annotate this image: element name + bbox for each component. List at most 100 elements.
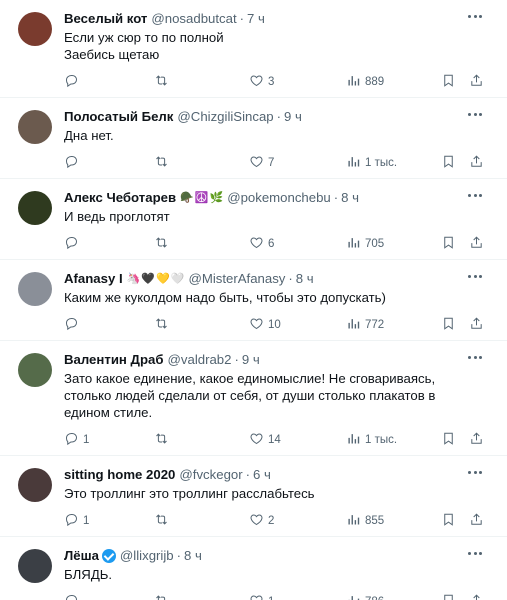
like-button[interactable]: 7 xyxy=(249,154,274,172)
share-icon xyxy=(469,512,484,530)
display-name[interactable]: Алекс Чеботарев xyxy=(64,189,176,207)
bookmark-button[interactable] xyxy=(441,512,456,530)
like-count: 7 xyxy=(268,157,275,169)
display-name[interactable]: Веселый кот xyxy=(64,10,147,28)
reply-button[interactable] xyxy=(64,593,83,600)
more-options-icon[interactable] xyxy=(465,8,485,24)
share-button[interactable] xyxy=(469,73,484,91)
avatar[interactable] xyxy=(18,353,52,387)
views-button[interactable]: 772 xyxy=(346,316,384,334)
avatar[interactable] xyxy=(18,12,52,46)
display-name[interactable]: Лёша xyxy=(64,547,99,565)
like-button[interactable]: 2 xyxy=(249,512,274,530)
bookmark-button[interactable] xyxy=(441,73,456,91)
share-button[interactable] xyxy=(469,431,484,449)
tweet-header: Веселый кот @nosadbutcat · 7 ч xyxy=(64,8,495,28)
display-name[interactable]: Afanasy I xyxy=(64,270,123,288)
timestamp[interactable]: 7 ч xyxy=(247,10,265,28)
views-button[interactable]: 889 xyxy=(346,73,384,91)
user-handle[interactable]: @pokemonchebu xyxy=(227,189,331,207)
retweet-button[interactable] xyxy=(154,316,173,334)
views-button[interactable]: 1 тыс. xyxy=(346,431,397,449)
reply-button[interactable] xyxy=(64,73,83,91)
tweet[interactable]: Лёша @llixgrijb · 8 ч БЛЯДЬ. 1 xyxy=(0,537,507,600)
avatar[interactable] xyxy=(18,110,52,144)
display-name[interactable]: Валентин Драб xyxy=(64,351,164,369)
bookmark-button[interactable] xyxy=(441,154,456,172)
reply-button[interactable] xyxy=(64,235,83,253)
like-button[interactable]: 6 xyxy=(249,235,274,253)
profile-emojis: 🪖 ☮️ 🌿 xyxy=(180,191,223,205)
share-button[interactable] xyxy=(469,316,484,334)
reply-icon xyxy=(64,154,79,172)
views-chart-icon xyxy=(346,73,361,91)
retweet-icon xyxy=(154,73,169,91)
bookmark-button[interactable] xyxy=(441,593,456,600)
heart-icon xyxy=(249,512,264,530)
timestamp[interactable]: 8 ч xyxy=(296,270,314,288)
tweet[interactable]: Веселый кот @nosadbutcat · 7 ч Если уж с… xyxy=(0,0,507,98)
like-button[interactable]: 3 xyxy=(249,73,274,91)
views-button[interactable]: 855 xyxy=(346,512,384,530)
more-options-icon[interactable] xyxy=(465,464,485,480)
share-button[interactable] xyxy=(469,593,484,600)
views-chart-icon xyxy=(346,316,361,334)
user-handle[interactable]: @valdrab2 xyxy=(168,351,232,369)
bookmark-button[interactable] xyxy=(441,316,456,334)
separator-dot: · xyxy=(239,11,245,26)
user-handle[interactable]: @MisterAfanasy xyxy=(188,270,285,288)
user-handle[interactable]: @ChizgiliSincap xyxy=(177,108,273,126)
timestamp[interactable]: 9 ч xyxy=(284,108,302,126)
reply-button[interactable]: 1 xyxy=(64,431,89,449)
bookmark-button[interactable] xyxy=(441,431,456,449)
like-button[interactable]: 1 xyxy=(249,593,274,600)
views-button[interactable]: 1 тыс. xyxy=(346,154,397,172)
retweet-button[interactable] xyxy=(154,431,173,449)
tweet[interactable]: Алекс Чеботарев 🪖 ☮️ 🌿 @pokemonchebu · 8 ч… xyxy=(0,179,507,260)
more-options-icon[interactable] xyxy=(465,268,485,284)
bookmark-button[interactable] xyxy=(441,235,456,253)
separator-dot: · xyxy=(245,467,251,482)
more-options-icon[interactable] xyxy=(465,545,485,561)
timestamp[interactable]: 8 ч xyxy=(184,547,202,565)
timestamp[interactable]: 9 ч xyxy=(242,351,260,369)
avatar[interactable] xyxy=(18,549,52,583)
retweet-button[interactable] xyxy=(154,73,173,91)
tweet[interactable]: Валентин Драб @valdrab2 · 9 ч Зато какое… xyxy=(0,341,507,456)
views-button[interactable]: 705 xyxy=(346,235,384,253)
reply-button[interactable]: 1 xyxy=(64,512,89,530)
display-name[interactable]: Полосатый Белк xyxy=(64,108,173,126)
avatar[interactable] xyxy=(18,191,52,225)
bookmark-icon xyxy=(441,431,456,449)
more-options-icon[interactable] xyxy=(465,349,485,365)
more-options-icon[interactable] xyxy=(465,187,485,203)
avatar[interactable] xyxy=(18,272,52,306)
tweet[interactable]: Полосатый Белк @ChizgiliSincap · 9 ч Дна… xyxy=(0,98,507,179)
user-handle[interactable]: @llixgrijb xyxy=(120,547,174,565)
retweet-button[interactable] xyxy=(154,512,173,530)
action-bar: 10 772 xyxy=(64,310,495,340)
views-button[interactable]: 786 xyxy=(346,593,384,600)
display-name[interactable]: sitting home 2020 xyxy=(64,466,175,484)
more-options-icon[interactable] xyxy=(465,106,485,122)
tweet[interactable]: Afanasy I 🦄 🖤 💛 🤍 @MisterAfanasy · 8 ч Каки… xyxy=(0,260,507,341)
tweet[interactable]: sitting home 2020 @fvckegor · 6 ч Это тр… xyxy=(0,456,507,537)
profile-emoji: 🪖 xyxy=(180,192,194,204)
share-button[interactable] xyxy=(469,512,484,530)
like-count: 14 xyxy=(268,434,281,446)
reply-button[interactable] xyxy=(64,154,83,172)
reply-button[interactable] xyxy=(64,316,83,334)
retweet-button[interactable] xyxy=(154,593,173,600)
like-button[interactable]: 14 xyxy=(249,431,281,449)
retweet-button[interactable] xyxy=(154,154,173,172)
timestamp[interactable]: 6 ч xyxy=(253,466,271,484)
timestamp[interactable]: 8 ч xyxy=(341,189,359,207)
like-button[interactable]: 10 xyxy=(249,316,281,334)
user-handle[interactable]: @nosadbutcat xyxy=(151,10,236,28)
user-handle[interactable]: @fvckegor xyxy=(179,466,242,484)
share-button[interactable] xyxy=(469,235,484,253)
share-button[interactable] xyxy=(469,154,484,172)
avatar[interactable] xyxy=(18,468,52,502)
retweet-button[interactable] xyxy=(154,235,173,253)
bookmark-icon xyxy=(441,512,456,530)
